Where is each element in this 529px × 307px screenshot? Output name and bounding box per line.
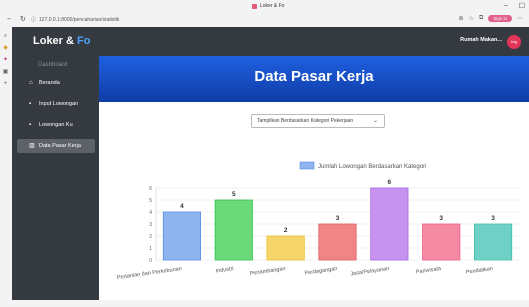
minimize-icon[interactable]: – <box>504 2 508 10</box>
x-tick-label: Industri <box>215 266 234 274</box>
legend-swatch <box>299 161 315 170</box>
x-tick-label: Pertanian dan Perkebunan <box>117 266 183 281</box>
data-label: 5 <box>232 191 236 198</box>
browser-actions: ⊕ ☆ ⧉ Sign in ⋯ <box>459 15 523 22</box>
y-tick-label: 0 <box>149 258 152 264</box>
bar-perdagangan <box>318 223 357 261</box>
y-tick-label: 6 <box>149 186 152 192</box>
url-text: 127.0.0.1:8000/pencaharian/statistik <box>39 16 120 23</box>
sidebar-item-lowongan-ku[interactable]: ▪ Lowongan Ku <box>17 118 95 132</box>
page-title: Data Pasar Kerja <box>254 68 374 85</box>
shopping-icon[interactable]: ◆ <box>2 45 9 52</box>
category-select-value: Tampilkan Berdasarkan Kategori Pekerjaan <box>257 118 354 124</box>
user-name[interactable]: Rumah Makan... <box>460 37 502 43</box>
tools-icon[interactable]: ✦ <box>2 57 9 64</box>
y-tick-label: 1 <box>149 246 152 252</box>
favorite-icon[interactable]: ☆ <box>469 15 474 22</box>
data-label: 3 <box>491 215 495 222</box>
main-content: Data Pasar Kerja Tampilkan Berdasarkan K… <box>99 56 529 300</box>
data-label: 6 <box>388 179 392 186</box>
sidebar-item-input-lowongan[interactable]: ▪ Input Lowongan <box>17 97 95 111</box>
y-tick-label: 4 <box>149 210 152 216</box>
window-controls: – ☐ <box>504 2 525 10</box>
sidebar-item-data-pasar-kerja[interactable]: ▥ Data Pasar Kerja <box>17 139 95 153</box>
favicon-icon <box>252 3 257 9</box>
search-icon[interactable]: ⌕ <box>2 33 9 40</box>
refresh-icon[interactable]: ↻ <box>20 15 26 23</box>
bar-pertanian-dan-perkebunan <box>162 211 201 261</box>
sidebar-item-label: Lowongan Ku <box>39 122 73 128</box>
x-tick-label: Jasa/Pelayanan <box>350 266 390 277</box>
y-tick-label: 2 <box>149 234 152 240</box>
brand-main: Loker & <box>33 35 78 47</box>
avatar[interactable]: img <box>507 35 521 49</box>
bar-industri <box>214 199 253 261</box>
sidebar: Dashboard ⌂ Beranda ▪ Input Lowongan ▪ L… <box>12 56 99 300</box>
sidebar-item-beranda[interactable]: ⌂ Beranda <box>17 76 95 90</box>
browser-titlebar: Loker & Fo – ☐ <box>0 0 529 13</box>
sidebar-item-label: Beranda <box>39 80 60 86</box>
address-bar: ← ↻ ⓘ 127.0.0.1:8000/pencaharian/statist… <box>0 13 529 27</box>
data-label: 3 <box>336 215 340 222</box>
bar-pendidikan <box>474 223 513 261</box>
zoom-icon[interactable]: ⊕ <box>459 15 464 22</box>
bar-pertambangan <box>266 235 305 261</box>
x-tick-label: Perdagangan <box>304 266 338 277</box>
sidebar-item-label: Input Lowongan <box>39 101 79 107</box>
bar-jasa-pelayanan <box>370 187 409 261</box>
data-label: 3 <box>439 215 443 222</box>
tab-title: Loker & Fo <box>260 3 285 9</box>
back-icon[interactable]: ← <box>6 15 13 23</box>
nav-buttons: ← ↻ <box>6 15 26 23</box>
url-field[interactable]: ⓘ 127.0.0.1:8000/pencaharian/statistik <box>31 16 120 24</box>
more-icon[interactable]: ⋯ <box>517 15 523 22</box>
brand-logo[interactable]: Loker & Fo <box>33 35 90 47</box>
office-icon[interactable]: ▣ <box>2 69 9 76</box>
home-icon: ⌂ <box>29 80 33 86</box>
data-label: 2 <box>284 227 288 234</box>
bar-pariwisata <box>422 223 461 261</box>
app-header: Loker & Fo Rumah Makan... img <box>12 27 529 56</box>
legend-label: Jumlah Lowongan Berdasarkan Kategori <box>318 164 426 170</box>
y-tick-label: 5 <box>149 198 152 204</box>
page-banner: Data Pasar Kerja <box>99 56 529 102</box>
x-tick-label: Pendidikan <box>466 266 494 276</box>
x-tick-label: Pertambangan <box>249 266 286 277</box>
sidebar-item-label: Data Pasar Kerja <box>39 143 81 149</box>
bar-chart: 0 1 2 3 4 5 6 Jumlah Lowongan Berdasarkan Kateg… <box>104 152 524 302</box>
y-tick-label: 3 <box>149 222 152 228</box>
chart-icon: ▥ <box>29 143 35 149</box>
collections-icon[interactable]: ⧉ <box>479 15 483 22</box>
browser-tab[interactable]: Loker & Fo <box>252 3 284 9</box>
sidebar-heading: Dashboard <box>38 62 68 68</box>
chart-svg: 0 1 2 3 4 5 6 Jumlah Lowongan Berdasarkan Kateg… <box>117 161 519 281</box>
chevron-down-icon: ⌄ <box>372 118 378 124</box>
info-icon: ⓘ <box>31 17 37 23</box>
edge-sidebar: ⌕ ◆ ✦ ▣ + <box>0 27 12 300</box>
profile-button[interactable]: Sign in <box>488 15 512 22</box>
brand-accent: Fo <box>77 35 91 47</box>
category-select[interactable]: Tampilkan Berdasarkan Kategori Pekerjaan… <box>251 114 385 128</box>
briefcase-icon: ▪ <box>29 122 32 128</box>
data-label: 4 <box>180 203 184 210</box>
maximize-icon[interactable]: ☐ <box>519 2 525 10</box>
briefcase-icon: ▪ <box>29 101 32 107</box>
add-icon[interactable]: + <box>2 81 9 88</box>
x-tick-label: Pariwisata <box>416 266 443 276</box>
